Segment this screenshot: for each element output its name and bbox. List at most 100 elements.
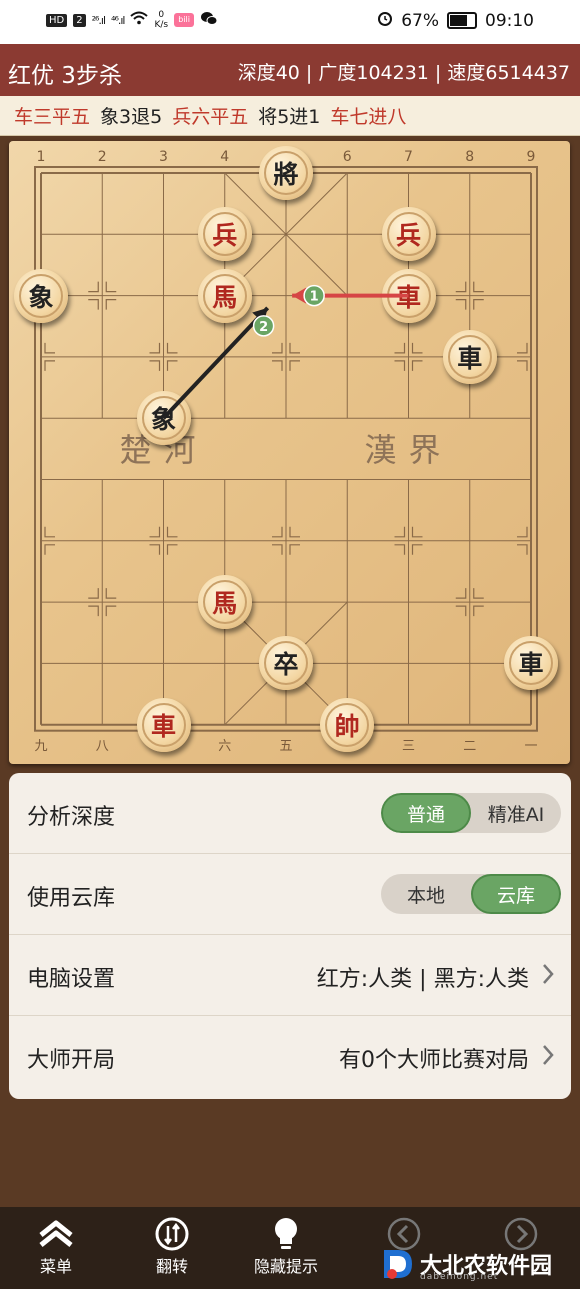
position-mark: [394, 360, 406, 371]
position-mark: [411, 360, 423, 371]
app-header: 红优 3步杀 深度40 | 广度104231 | 速度6514437: [0, 44, 580, 96]
chess-piece[interactable]: 馬: [197, 575, 252, 630]
position-mark: [44, 526, 55, 538]
depth-toggle[interactable]: 普通 精准AI: [381, 793, 561, 833]
computer-settings-value: 红方:人类 | 黑方:人类: [316, 967, 529, 992]
chevron-right-icon: [541, 962, 555, 992]
cloud-row: 使用云库 本地 云库: [9, 854, 571, 935]
move-list: 车三平五 象3退5 兵六平五 将5进1 车七进八: [0, 96, 580, 136]
master-opening-value: 有0个大师比赛对局: [339, 1048, 529, 1073]
signal-icon: ²⁶.ıl: [91, 13, 106, 27]
chess-piece[interactable]: 兵: [381, 207, 436, 262]
lightbulb-icon: [272, 1215, 300, 1253]
position-mark: [289, 544, 300, 555]
watermark-logo-icon: [384, 1250, 412, 1279]
battery-percent: 67%: [401, 10, 439, 31]
chess-piece[interactable]: 象: [14, 268, 68, 323]
position-mark: [394, 342, 406, 354]
cloud-label: 使用云库: [27, 886, 116, 911]
chess-piece[interactable]: 象: [136, 391, 191, 446]
chess-piece[interactable]: 車: [381, 268, 436, 323]
clock: 09:10: [485, 10, 534, 31]
chess-piece[interactable]: 將: [259, 146, 313, 200]
file-label-bottom: 一: [524, 739, 537, 754]
settings-panel: 分析深度 普通 精准AI 使用云库 本地 云库 电脑设置 红方:人类 | 黑方:…: [9, 773, 571, 1099]
position-mark: [105, 281, 117, 293]
piece-label: 車: [141, 702, 186, 747]
position-mark: [517, 360, 528, 371]
flip-label: 翻转: [155, 1257, 188, 1276]
sim-badge: 2: [73, 13, 86, 27]
depth-option-precise-ai[interactable]: 精准AI: [471, 793, 561, 833]
watermark-subtext: dabeinong.net: [420, 1272, 499, 1282]
position-mark: [517, 544, 528, 555]
position-mark: [44, 342, 55, 354]
piece-label: 車: [447, 334, 492, 379]
flip-button[interactable]: 翻转: [154, 1215, 190, 1277]
cloud-toggle[interactable]: 本地 云库: [381, 874, 561, 914]
position-mark: [105, 588, 117, 599]
file-label-top: 9: [527, 149, 536, 165]
position-mark: [289, 360, 300, 371]
position-mark: [289, 342, 300, 354]
position-mark: [88, 605, 99, 617]
piece-label: 帥: [325, 702, 370, 747]
chess-piece[interactable]: 馬: [197, 268, 252, 323]
status-bar: HD 2 ²⁶.ıl ⁴⁶.ıl 0 K/s bili 67% 09:10: [0, 0, 580, 44]
position-mark: [411, 342, 423, 354]
move-item[interactable]: 车七进八: [330, 102, 406, 129]
piece-label: 馬: [202, 580, 247, 625]
piece-label: 車: [386, 273, 431, 318]
cloud-option-local[interactable]: 本地: [381, 874, 471, 914]
master-opening-label: 大师开局: [27, 1048, 116, 1073]
chess-piece[interactable]: 兵: [197, 207, 252, 262]
file-label-top: 4: [220, 149, 229, 165]
position-mark: [455, 281, 467, 293]
hide-hint-label: 隐藏提示: [254, 1257, 319, 1276]
file-label-bottom: 二: [463, 739, 476, 754]
net-speed: 0 K/s: [154, 10, 169, 30]
computer-settings-label: 电脑设置: [27, 967, 116, 992]
puzzle-title: 红优 3步杀: [8, 63, 122, 89]
position-mark: [44, 544, 55, 555]
computer-settings-row[interactable]: 电脑设置 红方:人类 | 黑方:人类: [9, 935, 571, 1016]
move-item[interactable]: 兵六平五: [172, 102, 248, 129]
status-right: 67% 09:10: [377, 10, 534, 31]
flip-icon: [154, 1215, 190, 1253]
position-mark: [166, 526, 178, 538]
position-mark: [88, 281, 99, 293]
river-text-right: 漢界: [364, 431, 452, 469]
file-label-bottom: 八: [96, 739, 109, 754]
depth-option-normal[interactable]: 普通: [381, 793, 471, 833]
piece-label: 馬: [202, 273, 247, 318]
signal-icon: ⁴⁶.ıl: [111, 13, 125, 27]
position-mark: [455, 299, 467, 310]
move-item[interactable]: 将5进1: [258, 102, 320, 129]
menu-icon: [36, 1215, 76, 1253]
file-label-top: 3: [159, 149, 168, 165]
chess-piece[interactable]: 車: [504, 636, 558, 691]
cloud-option-cloud[interactable]: 云库: [471, 874, 561, 914]
chess-piece[interactable]: 卒: [259, 636, 313, 691]
move-item[interactable]: 车三平五: [14, 102, 90, 129]
position-mark: [166, 342, 178, 354]
position-mark: [455, 605, 467, 617]
file-label-bottom: 三: [402, 739, 415, 754]
xiangqi-board[interactable]: 123456789九八七六五四三二一楚河漢界 將兵兵象馬車車象馬卒車車帥12: [9, 141, 570, 764]
chess-piece[interactable]: 帥: [320, 697, 375, 752]
move-item[interactable]: 象3退5: [100, 102, 162, 129]
chess-piece[interactable]: 車: [136, 697, 191, 752]
file-label-top: 6: [343, 149, 352, 165]
position-mark: [394, 544, 406, 555]
file-label-bottom: 九: [34, 739, 47, 754]
hide-hint-button[interactable]: 隐藏提示: [254, 1215, 318, 1277]
master-opening-row[interactable]: 大师开局 有0个大师比赛对局: [9, 1016, 571, 1097]
chevron-right-icon: [541, 1043, 555, 1073]
position-mark: [394, 526, 406, 538]
hd-badge: HD: [46, 13, 68, 27]
position-mark: [473, 605, 484, 617]
depth-row: 分析深度 普通 精准AI: [9, 773, 571, 854]
menu-button[interactable]: 菜单: [36, 1215, 76, 1277]
menu-label: 菜单: [39, 1257, 72, 1276]
chess-piece[interactable]: 車: [442, 329, 497, 384]
